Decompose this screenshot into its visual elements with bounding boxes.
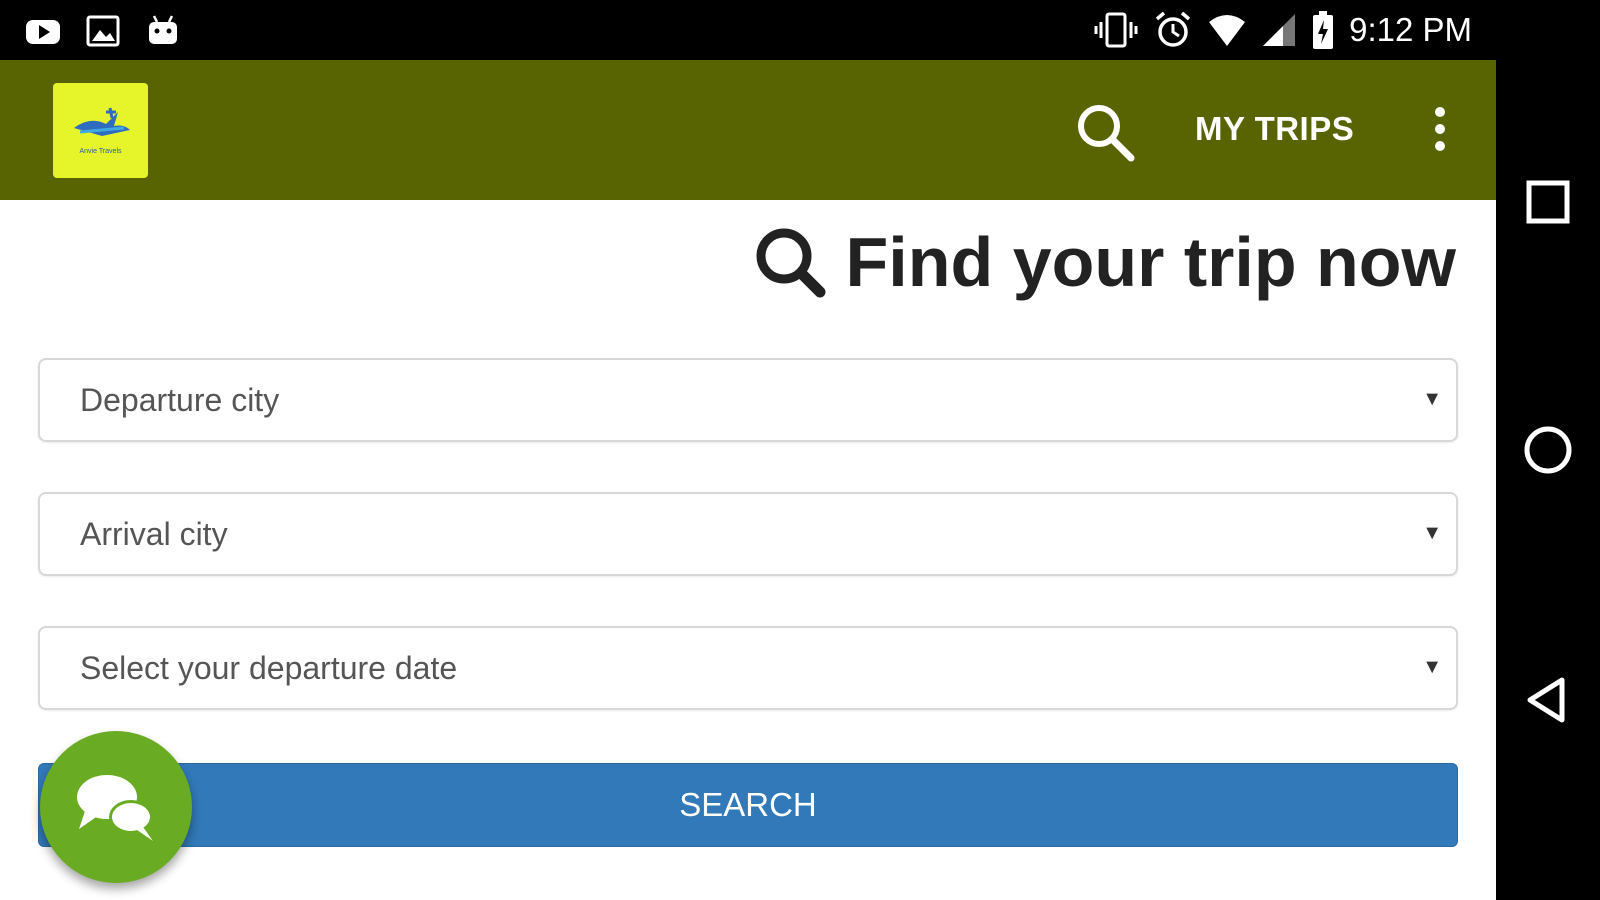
wifi-icon	[1209, 15, 1246, 46]
dropdown-arrow-icon: ▼	[1422, 388, 1442, 410]
search-button-label: SEARCH	[679, 786, 817, 823]
more-vert-icon[interactable]	[1425, 104, 1455, 154]
search-icon	[756, 228, 826, 298]
status-bar-left-icons	[24, 14, 182, 48]
signal-icon	[1263, 14, 1296, 46]
youtube-icon	[26, 20, 60, 44]
dropdown-arrow-icon: ▼	[1422, 656, 1442, 678]
page-title: Find your trip now	[845, 223, 1456, 301]
search-icon[interactable]	[1073, 100, 1137, 164]
status-time: 9:12 PM	[1349, 11, 1472, 48]
android-icon	[149, 15, 177, 44]
recents-icon[interactable]	[1516, 170, 1580, 234]
arrival-city-select[interactable]: Arrival city ▼	[38, 492, 1458, 576]
main-content: Find your trip now Departure city ▼ Arri…	[0, 200, 1496, 900]
vibrate-icon	[1094, 12, 1138, 48]
my-trips-button[interactable]: MY TRIPS	[1195, 110, 1354, 148]
image-icon	[86, 15, 120, 47]
system-nav-bar	[1496, 0, 1600, 900]
app-logo[interactable]: Anvie Travels	[53, 83, 148, 178]
alarm-icon	[1155, 11, 1191, 47]
departure-city-placeholder: Departure city	[80, 382, 280, 418]
logo-text: Anvie Travels	[79, 148, 122, 155]
departure-city-select[interactable]: Departure city ▼	[38, 358, 1458, 442]
page-heading: Find your trip now	[752, 222, 1456, 302]
departure-date-placeholder: Select your departure date	[80, 650, 458, 686]
status-bar: 9:12 PM	[0, 0, 1496, 60]
arrival-city-placeholder: Arrival city	[80, 516, 228, 552]
status-bar-right-icons: 9:12 PM	[1093, 10, 1472, 50]
dropdown-arrow-icon: ▼	[1422, 522, 1442, 544]
logo-mark-icon	[73, 107, 130, 136]
departure-date-select[interactable]: Select your departure date ▼	[38, 626, 1458, 710]
chat-button[interactable]	[40, 731, 192, 883]
chat-bubbles-icon	[77, 775, 153, 841]
home-icon[interactable]	[1516, 418, 1580, 482]
app-bar: Anvie Travels MY TRIPS	[0, 60, 1496, 200]
battery-icon	[1313, 11, 1334, 49]
search-button[interactable]: SEARCH	[38, 763, 1458, 847]
back-icon[interactable]	[1516, 668, 1580, 732]
